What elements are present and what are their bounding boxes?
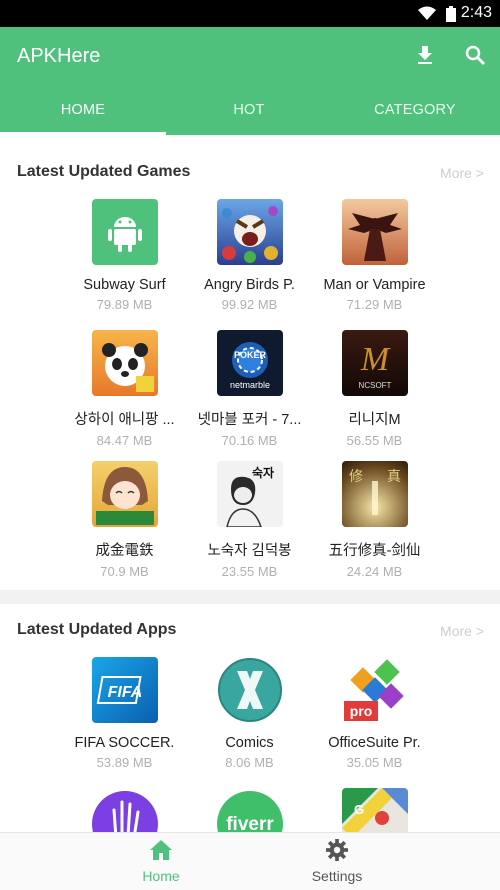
tab-bar: HOME HOT CATEGORY (0, 97, 500, 135)
svg-text:真: 真 (387, 469, 401, 485)
lineage-icon: M NCSOFT (341, 330, 408, 396)
games-section-title: Latest Updated Games (17, 163, 191, 180)
game-item[interactable]: Angry Birds P. 99.92 MB (187, 199, 312, 312)
game-item[interactable]: 成金電鉄 70.9 MB (62, 461, 187, 579)
app-size: 24.24 MB (346, 564, 403, 579)
app-size: 53.89 MB (96, 755, 153, 770)
app-size: 99.92 MB (221, 297, 278, 312)
game-item[interactable]: M NCSOFT 리니지M 56.55 MB (312, 330, 437, 448)
anime-girl-icon (91, 461, 158, 527)
svg-text:G: G (354, 802, 364, 817)
poker-icon: POKER netmarble (216, 330, 283, 396)
battery-icon (446, 6, 456, 22)
app-name: 노숙자 김덕봉 (207, 543, 292, 559)
app-name: Man or Vampire (323, 277, 426, 293)
app-size: 71.29 MB (346, 297, 403, 312)
svg-text:FIFA: FIFA (107, 684, 142, 701)
home-icon (150, 840, 172, 860)
angry-birds-icon (216, 199, 283, 265)
game-item[interactable]: 숙자 노숙자 김덕봉 23.55 MB (187, 461, 312, 579)
app-name: 넷마블 포커 - 7... (197, 412, 302, 428)
wifi-icon (418, 6, 436, 20)
app-item[interactable]: FIFA FIFA SOCCER. 53.89 MB (62, 657, 187, 770)
app-name: FIFA SOCCER. (74, 735, 175, 751)
svg-text:NCSOFT: NCSOFT (358, 381, 391, 390)
app-size: 70.9 MB (100, 564, 149, 579)
download-icon[interactable] (413, 43, 437, 67)
sketch-man-icon: 숙자 (216, 461, 283, 527)
gear-icon (326, 839, 348, 861)
svg-text:POKER: POKER (233, 350, 266, 360)
tab-home[interactable]: HOME (0, 97, 166, 135)
nav-home-label: Home (142, 868, 180, 884)
tab-category[interactable]: CATEGORY (332, 97, 498, 135)
search-icon[interactable] (463, 43, 487, 67)
vampire-icon (341, 199, 408, 265)
game-item[interactable]: POKER netmarble 넷마블 포커 - 7... 70.16 MB (187, 330, 312, 448)
svg-text:修: 修 (349, 469, 363, 485)
app-name: 五行修真-剑仙 (328, 543, 421, 559)
app-size: 23.55 MB (221, 564, 278, 579)
app-size: 8.06 MB (225, 755, 274, 770)
app-size: 35.05 MB (346, 755, 403, 770)
status-bar: 2:43 (0, 0, 500, 27)
app-name: 成金電鉄 (95, 543, 154, 559)
app-item[interactable]: pro OfficeSuite Pr. 35.05 MB (312, 657, 437, 770)
apps-more-link[interactable]: More > (440, 623, 484, 639)
tab-hot[interactable]: HOT (166, 97, 332, 135)
app-size: 56.55 MB (346, 433, 403, 448)
app-name: OfficeSuite Pr. (328, 735, 421, 751)
nav-settings-label: Settings (311, 868, 363, 884)
app-bar: APKHere HOME HOT CATEGORY (0, 27, 500, 135)
fifa-icon: FIFA (91, 657, 158, 723)
app-item[interactable]: Comics 8.06 MB (187, 657, 312, 770)
nav-settings[interactable]: Settings (262, 839, 412, 884)
nav-home[interactable]: Home (86, 839, 236, 884)
app-size: 84.47 MB (96, 433, 153, 448)
games-more-link[interactable]: More > (440, 165, 484, 181)
svg-text:M: M (359, 341, 390, 378)
app-name: 상하이 애니팡 ... (74, 412, 175, 428)
android-icon (91, 199, 158, 265)
panda-icon (91, 330, 158, 396)
app-title: APKHere (17, 45, 101, 67)
bottom-nav: Home Settings (0, 832, 500, 890)
game-item[interactable]: Subway Surf 79.89 MB (62, 199, 187, 312)
status-time: 2:43 (460, 4, 492, 21)
game-item[interactable]: Man or Vampire 71.29 MB (312, 199, 437, 312)
svg-text:netmarble: netmarble (229, 380, 269, 390)
app-name: Subway Surf (83, 277, 166, 293)
section-divider (0, 590, 500, 604)
svg-text:숙자: 숙자 (251, 465, 273, 480)
game-item[interactable]: 상하이 애니팡 ... 84.47 MB (62, 330, 187, 448)
comics-icon (216, 657, 283, 723)
officesuite-icon: pro (341, 657, 408, 723)
svg-text:pro: pro (349, 703, 372, 719)
app-size: 79.89 MB (96, 297, 153, 312)
app-name: Angry Birds P. (204, 277, 295, 293)
app-size: 70.16 MB (221, 433, 278, 448)
app-name: 리니지M (348, 412, 401, 428)
xiuzhen-icon: 修 真 (341, 461, 408, 527)
app-name: Comics (225, 735, 274, 751)
game-item[interactable]: 修 真 五行修真-剑仙 24.24 MB (312, 461, 437, 579)
apps-section-title: Latest Updated Apps (17, 621, 177, 638)
tab-indicator (0, 132, 166, 135)
